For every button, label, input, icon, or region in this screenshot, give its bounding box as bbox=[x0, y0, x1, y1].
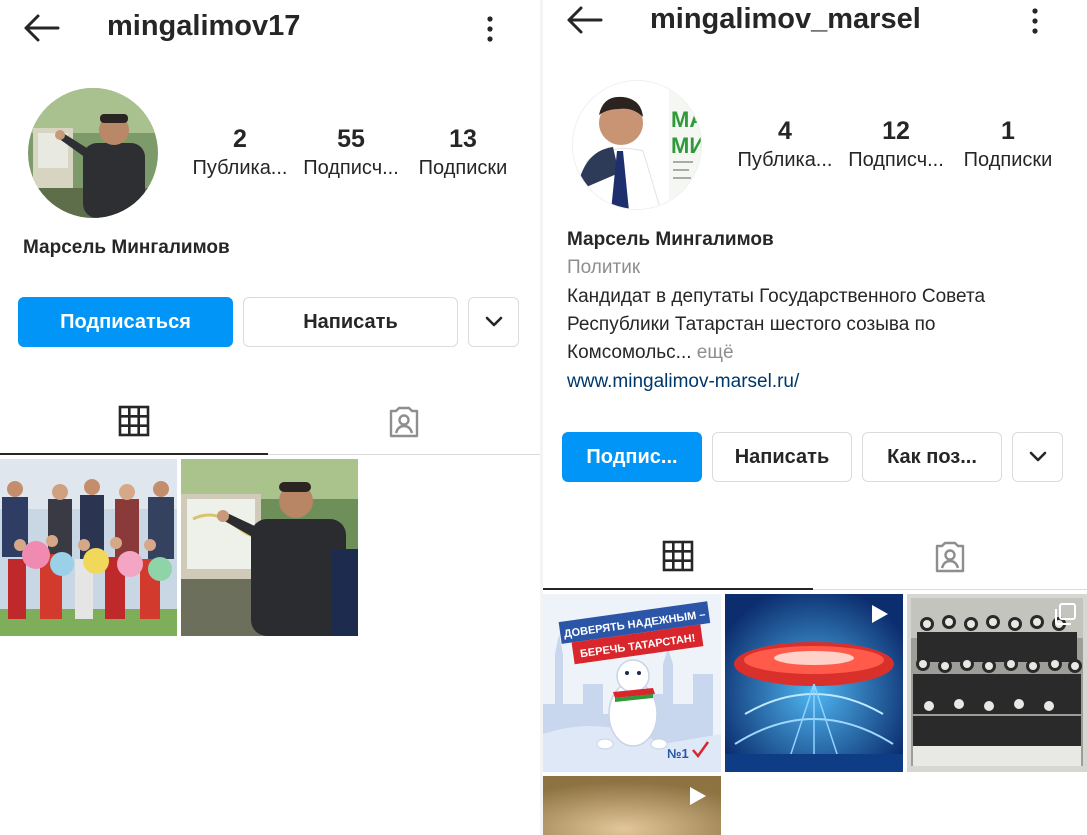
profile-full-name: Марсель Мингалимов bbox=[23, 237, 230, 258]
stat-following-count: 1 bbox=[1001, 117, 1015, 145]
stat-posts-label: Публика... bbox=[192, 157, 288, 179]
stat-followers-label: Подписч... bbox=[848, 149, 944, 171]
stat-followers-label: Подписч... bbox=[303, 157, 399, 179]
message-button[interactable]: Написать bbox=[712, 432, 852, 482]
suggested-dropdown-button[interactable] bbox=[468, 297, 519, 347]
bio-more-link[interactable]: ещё bbox=[697, 342, 734, 363]
more-vertical-icon[interactable] bbox=[1027, 6, 1043, 36]
stat-posts-count: 2 bbox=[233, 125, 247, 153]
follow-button[interactable]: Подпис... bbox=[562, 432, 702, 482]
tab-active-indicator bbox=[0, 453, 268, 455]
tab-active-indicator bbox=[543, 588, 813, 590]
avatar[interactable]: МА МИ bbox=[572, 80, 702, 210]
stat-following[interactable]: 1 Подписки bbox=[957, 116, 1059, 174]
carousel-icon bbox=[1053, 602, 1077, 626]
video-icon bbox=[867, 602, 891, 626]
tab-tagged[interactable] bbox=[813, 530, 1087, 582]
follow-button[interactable]: Подписаться bbox=[18, 297, 233, 347]
stat-followers-count: 12 bbox=[882, 117, 910, 145]
stat-posts[interactable]: 4 Публика... bbox=[735, 116, 835, 174]
back-arrow-icon[interactable] bbox=[22, 12, 60, 44]
tagged-icon bbox=[387, 404, 421, 438]
profile-bio: Кандидат в депутаты Государственного Сов… bbox=[567, 283, 1079, 367]
more-vertical-icon[interactable] bbox=[482, 14, 498, 44]
tab-tagged[interactable] bbox=[268, 395, 540, 447]
stat-following-label: Подписки bbox=[418, 157, 508, 179]
bio-line: Комсомольс... bbox=[567, 342, 692, 363]
chevron-down-icon bbox=[1029, 451, 1047, 463]
avatar[interactable] bbox=[28, 88, 158, 218]
profile-full-name: Марсель Мингалимов bbox=[567, 229, 774, 250]
post-thumbnail[interactable] bbox=[0, 459, 177, 636]
grid-icon bbox=[662, 540, 694, 572]
suggested-dropdown-button[interactable] bbox=[1012, 432, 1063, 482]
avatar-logo-line2: МИ bbox=[671, 133, 702, 158]
stat-following[interactable]: 13 Подписки bbox=[412, 124, 514, 182]
bio-line: Кандидат в депутаты Государственного Сов… bbox=[567, 286, 986, 307]
video-icon bbox=[685, 784, 709, 808]
profile-panel-left: mingalimov17 2 Публика... 55 Подписч... … bbox=[0, 0, 540, 835]
tab-posts-grid[interactable] bbox=[0, 395, 268, 447]
post-thumbnail[interactable] bbox=[543, 776, 721, 835]
grid-icon bbox=[118, 405, 150, 437]
message-button[interactable]: Написать bbox=[243, 297, 458, 347]
stat-posts-label: Публика... bbox=[737, 149, 833, 171]
profile-category: Политик bbox=[567, 257, 641, 278]
stat-posts-count: 4 bbox=[778, 117, 792, 145]
profile-website-link[interactable]: www.mingalimov-marsel.ru/ bbox=[567, 371, 799, 393]
stat-followers[interactable]: 55 Подписч... bbox=[300, 124, 402, 182]
post-thumbnail[interactable] bbox=[725, 594, 903, 772]
stat-following-label: Подписки bbox=[963, 149, 1053, 171]
stat-followers-count: 55 bbox=[337, 125, 365, 153]
post-thumbnail[interactable] bbox=[907, 594, 1087, 772]
bio-line: Республики Татарстан шестого созыва по bbox=[567, 314, 936, 335]
contact-button[interactable]: Как поз... bbox=[862, 432, 1002, 482]
profile-panel-right: mingalimov_marsel МА МИ 4 Публика... 12 … bbox=[543, 0, 1087, 835]
poster-badge: №1 bbox=[667, 746, 689, 761]
profile-username: mingalimov_marsel bbox=[650, 3, 921, 35]
profile-username: mingalimov17 bbox=[107, 10, 301, 42]
tab-posts-grid[interactable] bbox=[543, 530, 813, 582]
stat-followers[interactable]: 12 Подписч... bbox=[845, 116, 947, 174]
stat-posts[interactable]: 2 Публика... bbox=[190, 124, 290, 182]
post-thumbnail[interactable] bbox=[181, 459, 358, 636]
avatar-logo-line1: МА bbox=[671, 107, 702, 132]
tagged-icon bbox=[933, 539, 967, 573]
chevron-down-icon bbox=[485, 316, 503, 328]
post-thumbnail[interactable]: ДОВЕРЯТЬ НАДЕЖНЫМ – БЕРЕЧЬ ТАТАРСТАН! №1 bbox=[543, 594, 721, 772]
stat-following-count: 13 bbox=[449, 125, 477, 153]
back-arrow-icon[interactable] bbox=[565, 4, 603, 36]
